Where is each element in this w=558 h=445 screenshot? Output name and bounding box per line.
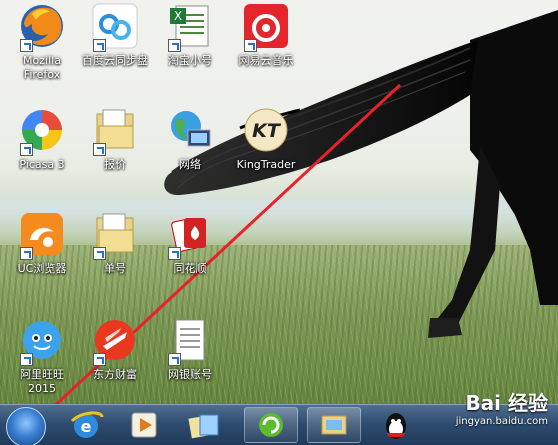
- shortcut-arrow-icon: [244, 39, 257, 52]
- desktop-icon-firefox[interactable]: Mozilla Firefox: [0, 2, 84, 82]
- folder-icon: [91, 106, 139, 156]
- icon-label: 单号: [104, 262, 126, 275]
- svg-text:X: X: [174, 9, 182, 23]
- taskbar-media-player-button[interactable]: [120, 407, 168, 443]
- icon-label: UC浏览器: [17, 262, 67, 275]
- desktop-icon-netease-music[interactable]: 网易云音乐: [224, 2, 308, 68]
- text-document-icon: [166, 316, 214, 366]
- kt-logo-text: KT: [252, 120, 282, 142]
- excel-file-icon: X: [166, 2, 214, 52]
- kingtrader-icon: KT: [242, 106, 290, 154]
- icon-label: 报价: [104, 158, 126, 171]
- shortcut-arrow-icon: [168, 353, 181, 366]
- desktop-icon-aliwangwang[interactable]: 阿里旺旺 2015: [0, 316, 84, 396]
- folder-icon: [91, 210, 139, 260]
- icon-label: 网络: [179, 158, 201, 171]
- taskbar-ie-button[interactable]: e: [62, 407, 110, 443]
- icon-label: 网易云音乐: [238, 54, 294, 67]
- desktop-icon-tonghuashun[interactable]: 同花顺: [148, 210, 232, 276]
- icon-label: Mozilla Firefox: [23, 54, 61, 81]
- baidu-cloud-icon: [91, 2, 139, 52]
- icon-label: 同花顺: [173, 262, 207, 275]
- shortcut-arrow-icon: [93, 39, 106, 52]
- shortcut-arrow-icon: [20, 39, 33, 52]
- network-globe-icon: [166, 106, 214, 154]
- taskbar-green-refresh-button[interactable]: [244, 407, 298, 443]
- icon-label: KingTrader: [236, 158, 296, 171]
- eastmoney-icon: [91, 316, 139, 366]
- shortcut-arrow-icon: [93, 353, 106, 366]
- shortcut-arrow-icon: [20, 143, 33, 156]
- icon-label: 百度云同步盘: [82, 54, 148, 67]
- icon-label: 阿里旺旺 2015: [20, 368, 64, 395]
- icon-label: 东方财富: [93, 368, 137, 381]
- shortcut-arrow-icon: [20, 247, 33, 260]
- desktop-icon-baidu-cloud[interactable]: 百度云同步盘: [73, 2, 157, 68]
- taskbar-qq-button[interactable]: [372, 407, 420, 443]
- uc-browser-icon: [18, 210, 66, 260]
- desktop-icon-eastmoney[interactable]: 东方财富: [73, 316, 157, 382]
- media-player-icon: [131, 412, 157, 438]
- watermark-url: jingyan.baidu.com: [455, 416, 548, 427]
- desktop-icon-picasa[interactable]: Picasa 3: [0, 106, 84, 172]
- explorer-icon: [321, 415, 347, 435]
- shortcut-arrow-icon: [20, 353, 33, 366]
- shortcut-arrow-icon: [168, 39, 181, 52]
- picasa-icon: [18, 106, 66, 156]
- desktop-icon-baojia[interactable]: 报价: [73, 106, 157, 172]
- qq-icon: [386, 413, 406, 439]
- green-refresh-icon: [259, 413, 283, 437]
- desktop-icon-danhao[interactable]: 单号: [73, 210, 157, 276]
- aliwangwang-icon: [18, 316, 66, 366]
- desktop-icon-kingtrader[interactable]: KT KingTrader: [224, 106, 308, 172]
- start-orb-icon[interactable]: [6, 407, 46, 445]
- icon-label: Picasa 3: [19, 158, 65, 171]
- svg-text:e: e: [81, 417, 92, 436]
- desktop-icon-taobao-xiaohao[interactable]: X 淘宝小号: [148, 2, 232, 68]
- icon-label: 网银账号: [168, 368, 212, 381]
- firefox-icon: [18, 2, 66, 52]
- netease-music-icon: [242, 2, 290, 52]
- shortcut-arrow-icon: [93, 247, 106, 260]
- taskbar-explorer-button[interactable]: [307, 407, 361, 443]
- desktop-background: Mozilla Firefox 百度云同步盘 X 淘宝小号 网易云音乐 Pica…: [0, 0, 558, 445]
- baidu-jingyan-watermark: Bai 经验 jingyan.baidu.com: [456, 387, 548, 427]
- shortcut-arrow-icon: [168, 247, 181, 260]
- desktop-icon-wangyin-zhanghao[interactable]: 网银账号: [148, 316, 232, 382]
- ie-icon: e: [70, 411, 104, 438]
- desktop-icon-network[interactable]: 网络: [148, 106, 232, 172]
- shortcut-arrow-icon: [93, 143, 106, 156]
- icon-label: 淘宝小号: [168, 54, 212, 67]
- taskbar-file-manager-button[interactable]: [180, 407, 228, 443]
- watermark-logo: Bai 经验: [465, 391, 548, 415]
- file-manager-icon: [188, 414, 219, 439]
- desktop-icon-uc-browser[interactable]: UC浏览器: [0, 210, 84, 276]
- tonghuashun-icon: [166, 210, 214, 260]
